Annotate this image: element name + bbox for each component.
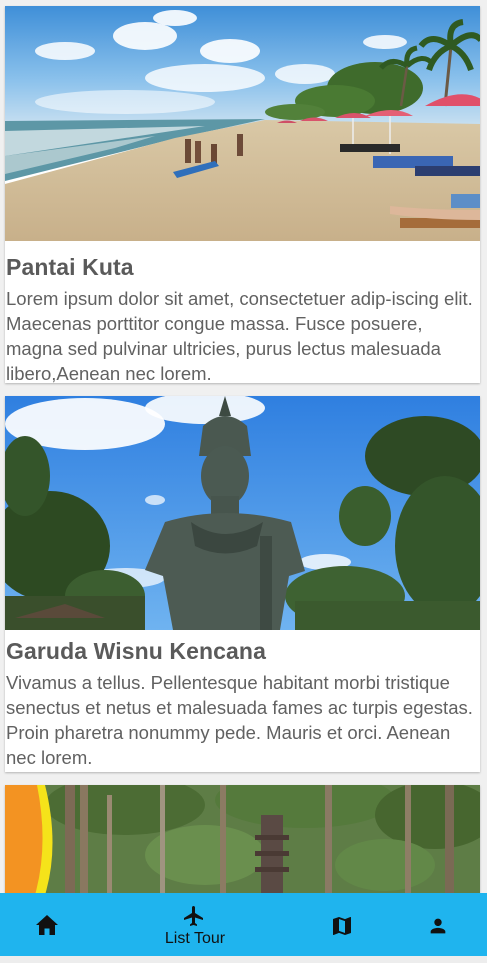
place-title: Garuda Wisnu Kencana	[6, 638, 266, 664]
place-card[interactable]: Garuda Wisnu Kencana Vivamus a tellus. P…	[5, 396, 480, 772]
place-title: Pantai Kuta	[6, 254, 134, 280]
map-icon	[333, 917, 351, 935]
nav-list-tour-tab[interactable]: List Tour	[150, 893, 240, 956]
nav-profile-tab[interactable]	[408, 893, 468, 956]
nav-map-tab[interactable]	[312, 893, 372, 956]
system-bar-strip	[0, 956, 487, 963]
place-description: Vivamus a tellus. Pellentesque habitant …	[6, 672, 473, 768]
nav-list-tour-label: List Tour	[164, 930, 226, 947]
airplane-icon	[184, 906, 203, 926]
tour-list[interactable]: Pantai Kuta Lorem ipsum dolor sit amet, …	[0, 0, 487, 893]
place-description: Lorem ipsum dolor sit amet, consectetuer…	[6, 288, 473, 384]
bottom-navigation: List Tour	[0, 893, 487, 956]
person-icon	[430, 918, 446, 934]
nav-home-tab[interactable]	[18, 893, 78, 956]
place-photo-statue	[5, 396, 480, 630]
place-card[interactable]: Pantai Kuta Lorem ipsum dolor sit amet, …	[5, 6, 480, 384]
place-photo-beach	[5, 6, 480, 241]
home-icon	[36, 915, 58, 935]
place-card[interactable]	[5, 785, 480, 893]
place-photo-forest	[5, 785, 480, 893]
